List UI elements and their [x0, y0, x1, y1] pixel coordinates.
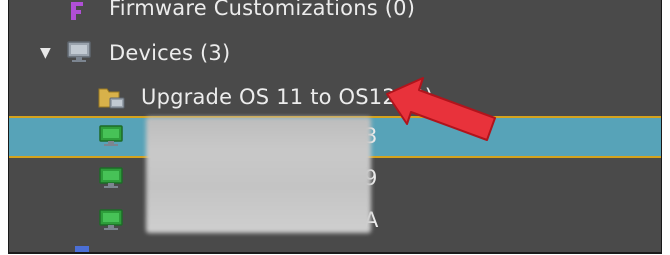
monitor-icon — [67, 41, 91, 62]
tree-item-firmware[interactable]: Firmware Customizations (0) — [9, 0, 661, 28]
device-monitor-icon — [99, 125, 123, 146]
device-monitor-icon — [99, 209, 123, 230]
tree-item-upgrade-folder[interactable]: Upgrade OS 11 to OS12 (0) — [9, 78, 661, 116]
firmware-icon — [71, 2, 83, 20]
device-tree-panel: Firmware Customizations (0) ▼ Devices (3… — [8, 0, 662, 254]
folder-icon — [98, 88, 125, 109]
device-monitor-icon — [99, 167, 123, 188]
tree-item-devices[interactable]: ▼ Devices (3) — [9, 34, 661, 72]
partial-icon — [75, 246, 89, 252]
redacted-device-names — [146, 117, 371, 233]
tree-item-label: Firmware Customizations (0) — [109, 0, 416, 20]
expand-toggle-icon[interactable]: ▼ — [40, 46, 54, 60]
red-arrow-annotation — [386, 77, 496, 141]
tree-item-label: Devices (3) — [109, 41, 231, 65]
